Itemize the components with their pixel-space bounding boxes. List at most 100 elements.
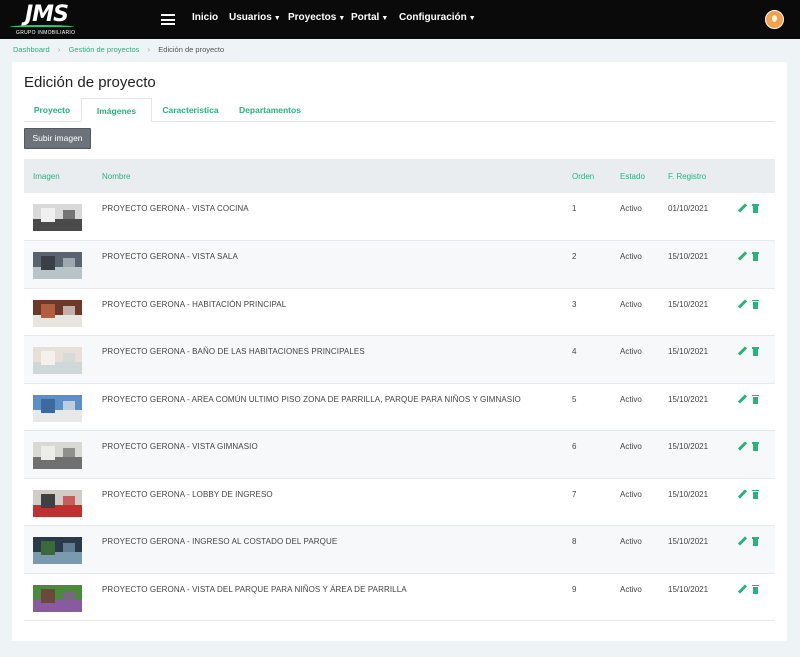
header-actions bbox=[738, 159, 775, 193]
image-name: PROYECTO GERONA - LOBBY DE INGRESO bbox=[102, 489, 273, 499]
tab-caracteristica[interactable]: Caracteristica bbox=[152, 98, 229, 122]
image-state: Activo bbox=[620, 252, 642, 261]
trash-icon[interactable] bbox=[752, 299, 759, 309]
image-order: 9 bbox=[572, 584, 577, 594]
table-header-row: Imagen Nombre Orden Estado F. Registro bbox=[24, 159, 775, 193]
chevron-right-icon: › bbox=[147, 45, 151, 54]
image-date: 01/10/2021 bbox=[668, 204, 709, 213]
image-state: Activo bbox=[620, 394, 642, 404]
image-order: 2 bbox=[572, 252, 577, 261]
pencil-icon[interactable] bbox=[738, 252, 747, 261]
chevron-right-icon: › bbox=[57, 45, 61, 54]
nav-portal[interactable]: Portal ▼ bbox=[351, 12, 388, 23]
row-actions bbox=[738, 431, 775, 479]
image-cell bbox=[24, 336, 102, 384]
pencil-icon[interactable] bbox=[738, 300, 747, 309]
project-thumbnail[interactable] bbox=[33, 204, 82, 231]
image-state: Activo bbox=[620, 489, 642, 499]
image-cell bbox=[24, 526, 102, 574]
trash-icon[interactable] bbox=[752, 204, 759, 213]
trash-icon[interactable] bbox=[752, 584, 759, 594]
image-date: 15/10/2021 bbox=[668, 537, 709, 546]
top-navbar: JMS GRUPO INMOBILIARIO Inicio Usuarios ▼ … bbox=[0, 0, 800, 39]
pencil-icon[interactable] bbox=[738, 537, 747, 546]
image-state: Activo bbox=[620, 347, 642, 356]
nav-usuarios[interactable]: Usuarios ▼ bbox=[229, 12, 281, 23]
table-row: PROYECTO GERONA - LOBBY DE INGRESO 7 Act… bbox=[24, 478, 775, 526]
project-thumbnail[interactable] bbox=[33, 347, 82, 374]
trash-icon[interactable] bbox=[752, 537, 759, 546]
image-name: PROYECTO GERONA - VISTA DEL PARQUE PARA … bbox=[102, 584, 407, 594]
page-title: Edición de proyecto bbox=[24, 74, 156, 91]
project-thumbnail[interactable] bbox=[33, 537, 82, 564]
image-order: 4 bbox=[572, 347, 577, 356]
image-order: 5 bbox=[572, 394, 577, 404]
breadcrumb-gestion-proyectos[interactable]: Gestión de proyectos bbox=[69, 45, 140, 54]
row-actions bbox=[738, 193, 775, 241]
pencil-icon[interactable] bbox=[738, 585, 747, 594]
image-cell bbox=[24, 431, 102, 479]
trash-icon[interactable] bbox=[752, 489, 759, 499]
upload-image-button[interactable]: Subir imagen bbox=[24, 128, 91, 149]
trash-icon[interactable] bbox=[752, 252, 759, 261]
project-thumbnail[interactable] bbox=[33, 584, 82, 612]
header-order: Orden bbox=[572, 171, 595, 181]
trash-icon[interactable] bbox=[752, 442, 759, 451]
company-logo[interactable]: JMS GRUPO INMOBILIARIO bbox=[10, 2, 76, 37]
table-row: PROYECTO GERONA - VISTA COCINA 1 Activo … bbox=[24, 193, 775, 241]
table-row: PROYECTO GERONA - HABITACIÓN PRINCIPAL 3… bbox=[24, 288, 775, 336]
chevron-down-icon: ▼ bbox=[468, 15, 476, 22]
pencil-icon[interactable] bbox=[738, 347, 747, 356]
pencil-icon[interactable] bbox=[738, 442, 747, 451]
image-cell bbox=[24, 241, 102, 289]
image-order: 3 bbox=[572, 299, 577, 309]
image-date: 15/10/2021 bbox=[668, 584, 709, 594]
pencil-icon[interactable] bbox=[738, 395, 747, 404]
nav-inicio-label: Inicio bbox=[192, 12, 219, 23]
image-name: PROYECTO GERONA - AREA COMÚN ULTIMO PISO… bbox=[102, 394, 521, 404]
row-actions bbox=[738, 478, 775, 526]
tab-bar: Proyecto Imágenes Caracteristica Departa… bbox=[24, 98, 775, 122]
breadcrumb-dashboard[interactable]: Dashboard bbox=[13, 45, 50, 54]
pencil-icon[interactable] bbox=[738, 490, 747, 499]
project-thumbnail[interactable] bbox=[33, 299, 82, 327]
logo-text: JMS bbox=[25, 2, 69, 27]
chevron-down-icon: ▼ bbox=[273, 15, 281, 22]
tab-imagenes[interactable]: Imágenes bbox=[81, 98, 152, 122]
table-row: PROYECTO GERONA - INGRESO AL COSTADO DEL… bbox=[24, 525, 775, 574]
project-thumbnail[interactable] bbox=[33, 489, 82, 517]
logo-swoosh bbox=[10, 25, 74, 29]
nav-configuracion[interactable]: Configuración ▼ bbox=[399, 12, 476, 23]
row-actions bbox=[738, 573, 775, 621]
hamburger-icon[interactable] bbox=[161, 14, 175, 25]
header-image: Imagen bbox=[33, 171, 60, 181]
nav-proyectos[interactable]: Proyectos ▼ bbox=[288, 12, 345, 23]
tab-departamentos[interactable]: Departamentos bbox=[229, 98, 311, 122]
logo-subtitle: GRUPO INMOBILIARIO bbox=[16, 30, 76, 36]
image-order: 7 bbox=[572, 489, 577, 499]
project-thumbnail[interactable] bbox=[33, 442, 82, 469]
nav-inicio[interactable]: Inicio bbox=[192, 12, 218, 23]
pencil-icon[interactable] bbox=[738, 204, 747, 213]
image-state: Activo bbox=[620, 537, 642, 546]
table-row: PROYECTO GERONA - AREA COMÚN ULTIMO PISO… bbox=[24, 383, 775, 431]
table-row: PROYECTO GERONA - VISTA GIMNASIO 6 Activ… bbox=[24, 430, 775, 479]
trash-icon[interactable] bbox=[752, 394, 759, 404]
tab-proyecto[interactable]: Proyecto bbox=[24, 98, 80, 122]
image-state: Activo bbox=[620, 442, 642, 451]
header-state: Estado bbox=[620, 171, 645, 181]
project-thumbnail[interactable] bbox=[33, 394, 82, 422]
image-name: PROYECTO GERONA - VISTA GIMNASIO bbox=[102, 442, 258, 451]
nav-portal-label: Portal bbox=[351, 12, 380, 23]
user-avatar-icon[interactable] bbox=[765, 10, 784, 29]
row-actions bbox=[738, 288, 775, 336]
trash-icon[interactable] bbox=[752, 347, 759, 356]
row-actions bbox=[738, 336, 775, 384]
chevron-down-icon: ▼ bbox=[338, 15, 346, 22]
image-cell bbox=[24, 478, 102, 526]
project-thumbnail[interactable] bbox=[33, 252, 82, 279]
header-name: Nombre bbox=[102, 171, 131, 181]
image-cell bbox=[24, 383, 102, 431]
image-name: PROYECTO GERONA - INGRESO AL COSTADO DEL… bbox=[102, 537, 338, 546]
image-date: 15/10/2021 bbox=[668, 299, 709, 309]
